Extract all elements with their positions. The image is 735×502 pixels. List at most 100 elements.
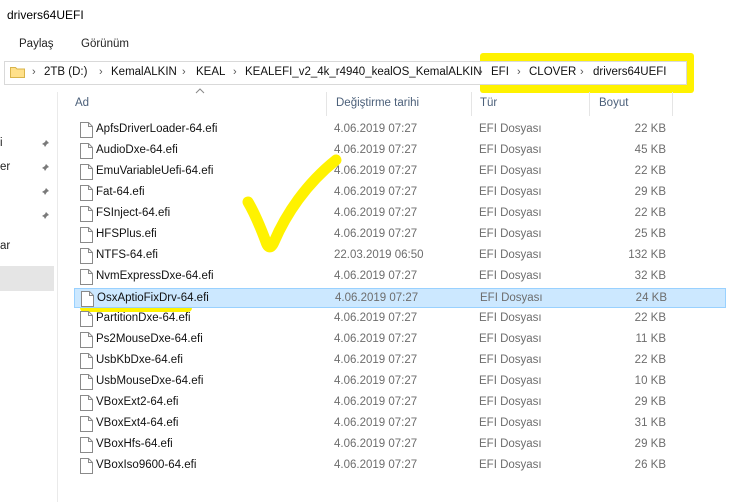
file-type: EFI Dosyası bbox=[479, 312, 542, 324]
column-type[interactable]: Tür bbox=[480, 97, 497, 109]
file-icon bbox=[80, 269, 93, 285]
file-date-modified: 4.06.2019 07:27 bbox=[334, 438, 418, 450]
file-type: EFI Dosyası bbox=[479, 270, 542, 282]
file-name: UsbKbDxe-64.efi bbox=[96, 354, 183, 366]
file-row[interactable]: UsbMouseDxe-64.efi 4.06.2019 07:27 EFI Dos… bbox=[74, 372, 726, 392]
file-row[interactable]: VBoxExt2-64.efi 4.06.2019 07:27 EFI Dosyas… bbox=[74, 393, 726, 413]
file-row[interactable]: Fat-64.efi 4.06.2019 07:27 EFI Dosyası 29 K… bbox=[74, 183, 726, 203]
file-icon bbox=[80, 143, 93, 159]
file-type: EFI Dosyası bbox=[479, 354, 542, 366]
file-type: EFI Dosyası bbox=[479, 333, 542, 345]
column-divider[interactable] bbox=[471, 92, 472, 116]
file-icon bbox=[80, 122, 93, 138]
file-name: VBoxExt4-64.efi bbox=[96, 417, 179, 429]
file-size: 22 KB bbox=[634, 207, 666, 219]
nav-item-fragment[interactable]: i bbox=[0, 137, 3, 149]
file-size: 32 KB bbox=[634, 270, 666, 282]
file-row[interactable]: AudioDxe-64.efi 4.06.2019 07:27 EFI Dosyas… bbox=[74, 141, 726, 161]
file-size: 25 KB bbox=[634, 228, 666, 240]
title-bar: drivers64UEFI bbox=[0, 0, 735, 32]
file-icon bbox=[80, 437, 93, 453]
file-row[interactable]: VBoxExt4-64.efi 4.06.2019 07:27 EFI Dosyas… bbox=[74, 414, 726, 434]
file-row[interactable]: Ps2MouseDxe-64.efi 4.06.2019 07:27 EFI Dos… bbox=[74, 330, 726, 350]
file-name: UsbMouseDxe-64.efi bbox=[96, 375, 204, 387]
breadcrumb-separator-icon: › bbox=[517, 66, 521, 78]
file-row[interactable]: VBoxIso9600-64.efi 4.06.2019 07:27 EFI Dos… bbox=[74, 456, 726, 476]
breadcrumb-clover[interactable]: CLOVER bbox=[529, 66, 576, 78]
file-row[interactable]: NvmExpressDxe-64.efi 4.06.2019 07:27 EFI D… bbox=[74, 267, 726, 287]
breadcrumb-kealefi[interactable]: KEALEFI_v2_4k_r4940_kealOS_KemalALKIN bbox=[245, 66, 482, 78]
file-size: 31 KB bbox=[634, 417, 666, 429]
breadcrumb-drive[interactable]: 2TB (D:) bbox=[44, 66, 87, 78]
file-type: EFI Dosyası bbox=[479, 375, 542, 387]
pane-divider[interactable] bbox=[57, 92, 58, 502]
file-type: EFI Dosyası bbox=[479, 207, 542, 219]
breadcrumb-separator-icon: › bbox=[479, 66, 483, 78]
breadcrumb-keal[interactable]: KEAL bbox=[196, 66, 225, 78]
file-size: 132 KB bbox=[628, 249, 666, 261]
file-row[interactable]: FSInject-64.efi 4.06.2019 07:27 EFI Dosyas… bbox=[74, 204, 726, 224]
nav-item-fragment[interactable]: ar bbox=[0, 240, 10, 252]
file-icon bbox=[80, 416, 93, 432]
file-date-modified: 4.06.2019 07:27 bbox=[334, 459, 418, 471]
pin-icon bbox=[41, 164, 49, 172]
file-icon bbox=[80, 374, 93, 390]
file-date-modified: 4.06.2019 07:27 bbox=[334, 270, 418, 282]
sort-ascending-icon bbox=[195, 88, 205, 94]
column-divider[interactable] bbox=[672, 92, 673, 116]
file-size: 24 KB bbox=[635, 292, 667, 304]
file-row[interactable]: OsxAptioFixDrv-64.efi 4.06.2019 07:27 EFI … bbox=[74, 288, 726, 308]
file-type: EFI Dosyası bbox=[479, 438, 542, 450]
file-type: EFI Dosyası bbox=[479, 228, 542, 240]
file-size: 11 KB bbox=[635, 333, 666, 345]
breadcrumb-kemalalkin[interactable]: KemalALKIN bbox=[111, 66, 177, 78]
file-icon bbox=[80, 395, 93, 411]
folder-icon bbox=[10, 67, 25, 78]
file-row[interactable]: VBoxHfs-64.efi 4.06.2019 07:27 EFI Dosyası… bbox=[74, 435, 726, 455]
column-header: Ad Değiştirme tarihi Tür Boyut bbox=[58, 88, 735, 116]
file-row[interactable]: PartitionDxe-64.efi 4.06.2019 07:27 EFI Do… bbox=[74, 309, 726, 329]
file-icon bbox=[80, 227, 93, 243]
pin-icon bbox=[41, 188, 49, 196]
file-size: 22 KB bbox=[634, 312, 666, 324]
file-name: OsxAptioFixDrv-64.efi bbox=[97, 292, 209, 304]
file-icon bbox=[80, 164, 93, 180]
file-date-modified: 4.06.2019 07:27 bbox=[334, 417, 418, 429]
column-divider[interactable] bbox=[326, 92, 327, 116]
column-name[interactable]: Ad bbox=[75, 97, 89, 109]
column-divider[interactable] bbox=[589, 92, 590, 116]
file-date-modified: 4.06.2019 07:27 bbox=[334, 333, 418, 345]
file-icon bbox=[80, 206, 93, 222]
address-bar[interactable]: › 2TB (D:) › KemalALKIN › KEAL › KEALEFI… bbox=[4, 61, 687, 85]
file-row[interactable]: UsbKbDxe-64.efi 4.06.2019 07:27 EFI Dosyas… bbox=[74, 351, 726, 371]
file-icon bbox=[81, 291, 94, 307]
file-size: 29 KB bbox=[634, 186, 666, 198]
file-size: 10 KB bbox=[634, 375, 666, 387]
nav-item-selected[interactable] bbox=[0, 266, 54, 291]
file-row[interactable]: ApfsDriverLoader-64.efi 4.06.2019 07:27 EF… bbox=[74, 120, 726, 140]
window-title: drivers64UEFI bbox=[7, 8, 84, 22]
breadcrumb-efi[interactable]: EFI bbox=[491, 66, 509, 78]
file-name: Ps2MouseDxe-64.efi bbox=[96, 333, 203, 345]
file-icon bbox=[80, 311, 93, 327]
file-name: Fat-64.efi bbox=[96, 186, 145, 198]
file-type: EFI Dosyası bbox=[479, 144, 542, 156]
file-icon bbox=[80, 353, 93, 369]
breadcrumb-drivers64uefi[interactable]: drivers64UEFI bbox=[593, 66, 667, 78]
file-row[interactable]: HFSPlus.efi 4.06.2019 07:27 EFI Dosyası 25 … bbox=[74, 225, 726, 245]
file-name: NvmExpressDxe-64.efi bbox=[96, 270, 214, 282]
ribbon-tab-view[interactable]: Görünüm bbox=[81, 38, 129, 50]
file-name: HFSPlus.efi bbox=[96, 228, 157, 240]
file-row[interactable]: EmuVariableUefi-64.efi 4.06.2019 07:27 EFI… bbox=[74, 162, 726, 182]
breadcrumb-separator-icon: › bbox=[182, 66, 186, 78]
file-type: EFI Dosyası bbox=[479, 165, 542, 177]
ribbon-tab-share[interactable]: Paylaş bbox=[19, 38, 54, 50]
file-row[interactable]: NTFS-64.efi 22.03.2019 06:50 EFI Dosyası 13… bbox=[74, 246, 726, 266]
nav-item-fragment[interactable]: er bbox=[0, 161, 10, 173]
checkmark-annotation bbox=[242, 154, 342, 253]
column-date-modified[interactable]: Değiştirme tarihi bbox=[336, 97, 419, 109]
column-size[interactable]: Boyut bbox=[599, 97, 628, 109]
file-date-modified: 4.06.2019 07:27 bbox=[334, 396, 418, 408]
file-size: 22 KB bbox=[634, 165, 666, 177]
breadcrumb-separator-icon: › bbox=[32, 66, 36, 78]
